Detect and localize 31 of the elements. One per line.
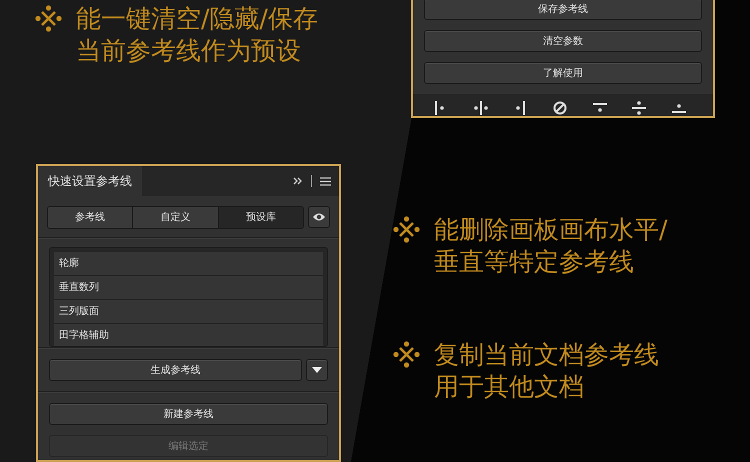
dropdown-button[interactable]	[306, 359, 328, 381]
panel-button[interactable]: 保存参考线	[424, 0, 702, 20]
prohibited-icon[interactable]	[552, 100, 568, 116]
feature-text: 垂直等特定参考线	[434, 246, 635, 278]
tab[interactable]: 预设库	[218, 207, 303, 228]
preset-item[interactable]: 三列版面	[54, 300, 323, 324]
star-mark-icon	[393, 341, 420, 368]
tab[interactable]: 自定义	[133, 207, 219, 228]
eye-button[interactable]	[308, 206, 330, 228]
panel-title: 快速设置参考线	[38, 166, 142, 196]
generate-button[interactable]: 生成参考线	[49, 359, 302, 381]
feature-text: 复制当前文档参考线	[434, 339, 659, 371]
panel-button[interactable]: 新建参考线	[49, 403, 328, 425]
eye-icon	[312, 212, 326, 222]
align-center-icon[interactable]	[472, 100, 489, 116]
panel-button[interactable]: 了解使用	[424, 62, 702, 84]
star-mark-icon	[393, 216, 420, 243]
caret-icon	[312, 367, 322, 373]
feature-text: 能删除画板画布水平/	[434, 214, 668, 246]
preset-item[interactable]: 田字格辅助	[54, 324, 323, 346]
preset-item[interactable]: 垂直数列	[54, 276, 323, 300]
preset-item[interactable]: 轮廓	[54, 252, 323, 276]
feature-text: 当前参考线作为预设	[76, 35, 302, 67]
align-middle-icon[interactable]	[631, 100, 648, 116]
menu-icon[interactable]	[320, 176, 331, 186]
panel-button[interactable]: 清空参数	[424, 30, 702, 52]
star-mark-icon	[35, 5, 62, 32]
tab[interactable]: 参考线	[48, 207, 134, 228]
feature-text: 能一键清空/隐藏/保存	[76, 3, 318, 35]
feature-text: 用于其他文档	[434, 371, 585, 403]
collapse-icon[interactable]	[293, 177, 303, 185]
